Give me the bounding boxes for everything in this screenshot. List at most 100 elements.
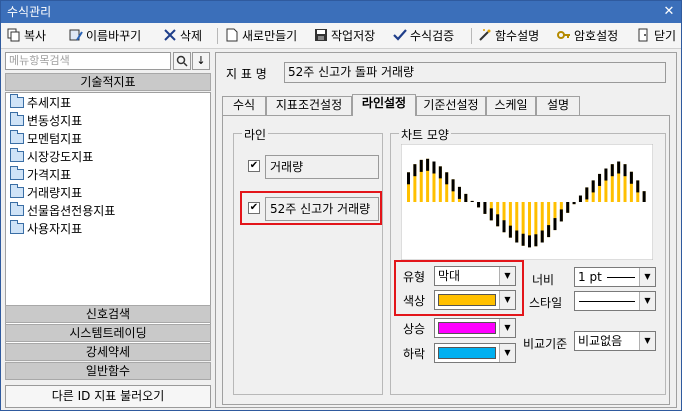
tree-item[interactable]: 선물옵션전용지표 (10, 202, 115, 220)
save-icon (314, 28, 328, 42)
folder-icon (10, 202, 24, 216)
sort-down-button[interactable]: ↓ (192, 52, 210, 70)
preview-bar-cap (502, 220, 506, 233)
close-door-icon (637, 28, 651, 42)
preview-bar-cap (445, 172, 449, 185)
preview-bar-cap (457, 186, 461, 199)
tree-item[interactable]: 모멘텀지표 (10, 130, 82, 148)
preview-bar-cap (566, 202, 570, 213)
section-system-trading[interactable]: 시스템트레이딩 (5, 324, 211, 342)
line-item-volume[interactable]: 거래량 (265, 155, 379, 179)
chevron-down-icon: ▼ (499, 291, 515, 309)
line-settings-panel: 라인 ✔ 거래량 ✔ 52주 신고가 거래량 차트 모양 유형 막대 ▼ 색상 ▼… (222, 115, 670, 405)
search-icon (176, 55, 188, 67)
preview-bar-cap (547, 225, 551, 238)
tree-item[interactable]: 변동성지표 (10, 112, 82, 130)
preview-bar-cap (496, 214, 500, 227)
folder-icon (10, 130, 24, 144)
preview-bar-cap (432, 161, 436, 174)
preview-bar-cap (591, 180, 595, 193)
rename-icon (69, 28, 83, 42)
tab-formula[interactable]: 수식 (222, 96, 266, 115)
copy-icon (7, 28, 21, 42)
up-color-select[interactable]: ▼ (434, 318, 516, 338)
tree-item[interactable]: 시장강도지표 (10, 148, 93, 166)
tree-item[interactable]: 추세지표 (10, 94, 71, 112)
preview-bar-cap (426, 158, 430, 171)
tree-item[interactable]: 거래량지표 (10, 184, 82, 202)
folder-open-icon (10, 220, 24, 234)
line-item-52wk-high-volume[interactable]: 52주 신고가 거래량 (265, 197, 379, 221)
save-work-button[interactable]: 작업저장 (314, 26, 375, 46)
preview-bar-cap (578, 195, 582, 202)
color-select[interactable]: ▼ (434, 290, 516, 310)
preview-bar-cap (540, 230, 544, 243)
volume-checkbox[interactable]: ✔ (248, 160, 260, 172)
line-style-sample (579, 301, 635, 302)
folder-icon (10, 112, 24, 126)
section-general-functions[interactable]: 일반함수 (5, 362, 211, 380)
width-select[interactable]: 1 pt ▼ (574, 267, 656, 287)
down-color-select[interactable]: ▼ (434, 343, 516, 363)
tab-scale[interactable]: 스케일 (486, 96, 536, 115)
indicator-editor: 지 표 명 52주 신고가 돌파 거래량 수식 지표조건설정 라인설정 기준선설… (215, 52, 677, 408)
rename-button[interactable]: 이름바꾸기 (69, 26, 141, 46)
chart-shape-preview (401, 144, 653, 260)
preview-bar-cap (464, 193, 468, 202)
chevron-down-icon: ▼ (499, 319, 515, 337)
set-password-button[interactable]: 암호설정 (557, 26, 618, 46)
chevron-down-icon: ▼ (639, 292, 655, 310)
magic-wand-icon (478, 28, 492, 42)
tab-description[interactable]: 설명 (536, 96, 580, 115)
tree-item-user-indicators[interactable]: 사용자지표 (10, 220, 82, 238)
preview-bar-cap (572, 202, 576, 205)
new-document-icon (225, 28, 239, 42)
folder-icon (10, 184, 24, 198)
type-label: 유형 (403, 270, 426, 284)
tab-baseline-settings[interactable]: 기준선설정 (416, 96, 486, 115)
indicator-name-field[interactable]: 52주 신고가 돌파 거래량 (284, 62, 666, 83)
load-other-id-button[interactable]: 다른 ID 지표 불러오기 (5, 385, 211, 408)
folder-icon (10, 148, 24, 162)
section-strength-weakness[interactable]: 강세약세 (5, 343, 211, 361)
delete-button[interactable]: 삭제 (163, 26, 202, 46)
category-technical-indicators[interactable]: 기술적지표 (5, 73, 211, 91)
chevron-down-icon: ▼ (639, 268, 655, 286)
preview-bar-cap (623, 164, 627, 177)
chevron-down-icon: ▼ (499, 267, 515, 285)
preview-bar-cap (617, 161, 621, 174)
close-window-button[interactable]: ✕ (657, 1, 681, 23)
preview-bar-cap (610, 164, 614, 177)
preview-bar-cap (515, 230, 519, 243)
style-select[interactable]: ▼ (574, 291, 656, 311)
compare-label: 비교기준 (523, 337, 568, 351)
close-button[interactable]: 닫기 (637, 26, 676, 46)
copy-button[interactable]: 복사 (7, 26, 46, 46)
search-input[interactable]: 메뉴항목검색 (5, 52, 171, 70)
preview-bar-cap (534, 234, 538, 247)
preview-bar-cap (521, 233, 525, 246)
preview-bar-cap (528, 235, 531, 248)
title-bar: 수식관리 ✕ (1, 1, 681, 23)
52wk-high-volume-checkbox[interactable]: ✔ (248, 202, 260, 214)
key-icon (557, 28, 571, 42)
line-sample (607, 277, 635, 278)
toolbar: 복사 이름바꾸기 삭제 새로만들기 작업저장 수식검증 함수설명 암호설정 닫기 (1, 23, 681, 49)
up-label: 상승 (403, 322, 426, 336)
verify-formula-button[interactable]: 수식검증 (393, 26, 454, 46)
preview-bar-cap (413, 164, 417, 177)
compare-select[interactable]: 비교없음 ▼ (574, 331, 656, 351)
tree-item[interactable]: 가격지표 (10, 166, 71, 184)
indicator-name-label: 지 표 명 (226, 67, 267, 81)
search-button[interactable] (173, 52, 191, 70)
tab-line-settings[interactable]: 라인설정 (352, 94, 416, 116)
new-button[interactable]: 새로만들기 (225, 26, 297, 46)
function-help-button[interactable]: 함수설명 (478, 26, 539, 46)
tab-indicator-conditions[interactable]: 지표조건설정 (266, 96, 352, 115)
preview-bar-cap (636, 180, 640, 193)
preview-bar-cap (407, 172, 410, 185)
width-label: 너비 (532, 273, 555, 287)
preview-bar-cap (553, 218, 557, 231)
type-select[interactable]: 막대 ▼ (434, 266, 516, 286)
section-signal-search[interactable]: 신호검색 (5, 305, 211, 323)
